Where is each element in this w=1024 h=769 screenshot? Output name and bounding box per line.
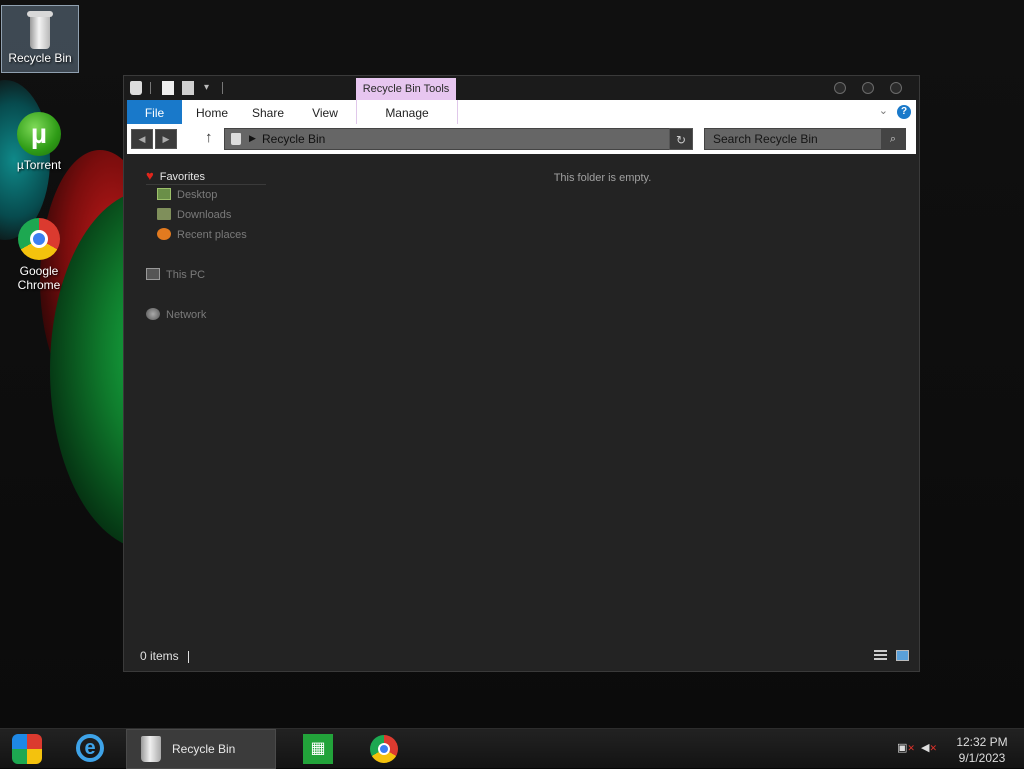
heart-icon: ♥ [146, 168, 154, 183]
maximize-button[interactable] [862, 82, 874, 94]
empty-folder-message: This folder is empty. [553, 172, 652, 184]
up-arrow-icon[interactable]: ↑ [205, 129, 213, 146]
status-separator [188, 651, 189, 663]
navigation-pane: ♥ Favorites Desktop Downloads Recent plac… [124, 158, 284, 638]
tab-home[interactable]: Home [189, 100, 235, 124]
recent-places-icon [157, 228, 171, 240]
desktop-icon-utorrent[interactable]: µ µTorrent [1, 112, 77, 172]
close-button[interactable] [890, 82, 902, 94]
recycle-bin-icon [27, 11, 53, 49]
tab-manage[interactable]: Manage [357, 100, 457, 124]
nav-item-label: Favorites [159, 171, 205, 183]
nav-item-label: This PC [166, 269, 206, 281]
refresh-button[interactable]: ↻ [669, 128, 693, 150]
desktop-icon-recycle-bin[interactable]: Recycle Bin [1, 5, 79, 73]
divider [146, 184, 266, 185]
recycle-bin-icon [141, 736, 161, 762]
nav-item-label: Downloads [177, 209, 232, 221]
tab-view[interactable]: View [303, 100, 347, 124]
details-view-icon[interactable] [874, 650, 887, 661]
taskbar-item-recycle-bin[interactable]: Recycle Bin [126, 729, 276, 769]
context-tab-group: Manage [356, 100, 458, 124]
desktop-icon-label: Google Chrome [17, 264, 61, 292]
volume-muted-icon[interactable]: ◀✕ [921, 741, 937, 755]
ribbon-tabs: File Home Share View Manage ⌄ ? [127, 100, 916, 124]
store-icon[interactable]: ▦ [303, 734, 333, 764]
new-folder-icon[interactable] [182, 81, 194, 95]
large-icons-view-icon[interactable] [896, 650, 909, 661]
chevron-right-icon[interactable]: ▶ [249, 133, 256, 144]
toolbar-separator [222, 82, 223, 94]
recycle-bin-icon [231, 133, 241, 145]
toolbar-separator [150, 82, 151, 94]
navigation-bar: ◀ ▶ ↑ ▶ Recycle Bin ↻ Search Recycle Bin… [127, 124, 916, 154]
search-placeholder: Search Recycle Bin [713, 132, 818, 146]
nav-item-network[interactable]: Network [146, 308, 206, 326]
back-button[interactable]: ◀ [131, 129, 153, 149]
forward-button[interactable]: ▶ [155, 129, 177, 149]
taskbar-item-label: Recycle Bin [172, 742, 236, 756]
file-explorer-window: ▾ Recycle Bin Tools File Home Share View… [123, 75, 920, 672]
nav-item-downloads[interactable]: Downloads [157, 208, 231, 226]
tab-share[interactable]: Share [245, 100, 291, 124]
context-tab-recycle-bin-tools: Recycle Bin Tools [356, 78, 456, 100]
start-chrome-launcher-icon[interactable] [12, 734, 42, 764]
desktop-icon [157, 188, 171, 200]
taskbar: e Recycle Bin ▦ ▣✕ ◀✕ 12:32 PM 9/1/2023 [0, 728, 1024, 769]
network-icon [146, 308, 160, 320]
chevron-down-icon[interactable]: ▾ [204, 82, 209, 93]
computer-icon [146, 268, 160, 280]
desktop-icon-label: µTorrent [16, 158, 62, 172]
clock[interactable]: 12:32 PM 9/1/2023 [946, 734, 1018, 766]
tab-file[interactable]: File [127, 100, 182, 124]
properties-icon[interactable] [162, 81, 174, 95]
clock-time: 12:32 PM [956, 735, 1008, 749]
chrome-icon[interactable] [370, 735, 398, 763]
desktop: Recycle Bin µ µTorrent Google Chrome ▾ R… [0, 0, 1024, 728]
nav-item-recent-places[interactable]: Recent places [157, 228, 247, 246]
search-icon[interactable]: ⌕ [881, 129, 905, 149]
desktop-icon-google-chrome[interactable]: Google Chrome [1, 218, 77, 292]
network-status-icon[interactable]: ▣✕ [897, 741, 915, 755]
internet-explorer-icon[interactable]: e [76, 734, 104, 762]
recycle-bin-icon [130, 81, 142, 95]
address-bar[interactable]: ▶ Recycle Bin [224, 128, 692, 150]
address-path[interactable]: Recycle Bin [262, 132, 325, 146]
nav-item-this-pc[interactable]: This PC [146, 268, 205, 286]
help-icon[interactable]: ? [897, 105, 911, 119]
chrome-icon [18, 218, 60, 260]
desktop-icon-label: Recycle Bin [8, 51, 72, 65]
downloads-folder-icon [157, 208, 171, 220]
clock-date: 9/1/2023 [958, 751, 1006, 765]
search-input[interactable]: Search Recycle Bin ⌕ [704, 128, 906, 150]
status-bar: 0 items [124, 643, 919, 671]
nav-item-desktop[interactable]: Desktop [157, 188, 217, 206]
utorrent-icon: µ [17, 112, 61, 156]
nav-item-label: Network [166, 309, 207, 321]
minimize-button[interactable] [834, 82, 846, 94]
item-count: 0 items [140, 649, 179, 663]
nav-item-label: Desktop [177, 189, 218, 201]
title-bar[interactable]: ▾ Recycle Bin Tools [124, 76, 919, 100]
nav-item-label: Recent places [177, 229, 247, 241]
expand-ribbon-icon[interactable]: ⌄ [879, 104, 888, 117]
